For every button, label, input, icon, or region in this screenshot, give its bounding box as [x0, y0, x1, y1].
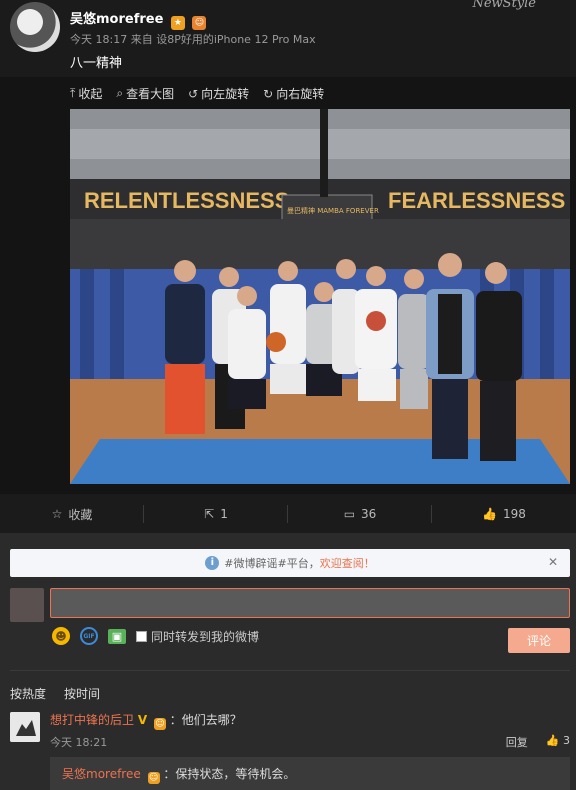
verified-icon: V — [137, 713, 148, 727]
info-icon: i — [205, 556, 220, 570]
close-icon[interactable]: ✕ — [548, 555, 558, 569]
comment-line: 想打中锋的后卫 V ☺ ：他们去哪？ — [50, 711, 242, 730]
media-tool-label: 向左旋转 — [201, 87, 250, 101]
media-tool-label: 收起 — [78, 87, 103, 101]
comment-like-button[interactable]: 👍 3 — [546, 734, 570, 750]
comment-count: 36 — [361, 507, 377, 521]
rumor-notice-bar: i #微博辟谣#平台， 欢迎查阅！ ✕ — [10, 549, 570, 577]
basketball-team-photo: RELENTLESSNESS FEARLESSNESS 曼巴精神 MAMBA F… — [70, 109, 570, 484]
thumbs-up-icon: 👍 — [545, 734, 560, 747]
star-icon: ☆ — [51, 507, 63, 521]
favorite-label: 收藏 — [68, 507, 93, 522]
notice-text: #微博辟谣#平台， — [224, 557, 320, 570]
post-text: 八一精神 — [70, 56, 123, 71]
post-photo[interactable]: RELENTLESSNESS FEARLESSNESS 曼巴精神 MAMBA F… — [70, 109, 570, 484]
backboard-text: 曼巴精神 MAMBA FOREVER — [287, 206, 379, 215]
post-meta: 今天 18:17 来自 设8P好用的iPhone 12 Pro Max — [70, 33, 316, 46]
comment-time: 今天 18:21 — [50, 736, 108, 749]
tab-sort-time[interactable]: 按时间 — [64, 685, 100, 702]
also-repost-label: 同时转发到我的微博 — [151, 629, 260, 644]
media-tool-label: 查看大图 — [126, 87, 175, 101]
media-tool-rotate-right[interactable]: ↻ 向右旋转 — [263, 85, 324, 102]
reply-button[interactable]: 回复 — [506, 734, 528, 750]
picture-icon[interactable]: ▣ — [108, 628, 126, 644]
thumbs-up-icon: 👍 — [482, 507, 498, 521]
repost-count: 1 — [220, 507, 228, 521]
vip-badge-icon: ☺ — [192, 16, 207, 30]
media-tool-view-large[interactable]: ⌕ 查看大图 — [116, 85, 174, 102]
rotate-left-icon: ↺ — [188, 86, 199, 101]
post-actions: ☆ 收藏 ⇱ 1 ▭ 36 👍 198 — [0, 497, 576, 531]
rotate-right-icon: ↻ — [263, 86, 274, 101]
media-tool-label: 向右旋转 — [276, 87, 325, 101]
commenter-name[interactable]: 想打中锋的后卫 — [50, 713, 134, 727]
like-button[interactable]: 👍 198 — [432, 497, 576, 531]
like-count: 198 — [503, 507, 526, 521]
notice-link[interactable]: 欢迎查阅！ — [320, 555, 375, 571]
vip-badge-icon: ☺ — [147, 772, 160, 784]
brand-watermark: NewStyle — [472, 0, 536, 11]
submit-comment-button[interactable]: 评论 — [508, 628, 570, 653]
repost-icon: ⇱ — [204, 507, 215, 521]
comment-icon: ▭ — [343, 507, 356, 521]
emoji-icon[interactable]: ☻ — [52, 627, 70, 645]
composer-tools: ☻ GIF ▣ 同时转发到我的微博 — [52, 627, 259, 645]
author-avatar[interactable] — [10, 2, 60, 52]
search-icon: ⌕ — [116, 86, 124, 100]
author-name[interactable]: 吴悠morefree — [70, 12, 163, 27]
divider — [10, 670, 570, 671]
also-repost-checkbox[interactable] — [136, 630, 147, 642]
reply-item: 吴悠morefree ☺ ：保持状态，等待机会。 — [50, 757, 570, 790]
author-name-row: 吴悠morefree ★ ☺ — [70, 8, 207, 30]
media-tool-rotate-left[interactable]: ↺ 向左旋转 — [188, 85, 249, 102]
vip-badge-icon: ☺ — [153, 718, 166, 730]
reply-author[interactable]: 吴悠morefree — [62, 767, 141, 781]
commenter-avatar[interactable] — [10, 712, 40, 742]
repost-button[interactable]: ⇱ 1 — [144, 497, 288, 531]
member-badge-icon: ★ — [170, 16, 185, 30]
comment-like-count: 3 — [563, 734, 570, 747]
favorite-button[interactable]: ☆ 收藏 — [0, 497, 144, 531]
arrow-up-icon: ⤒ — [70, 86, 76, 100]
current-user-avatar — [10, 588, 44, 622]
comment-input[interactable] — [50, 588, 570, 618]
comment-sort-tabs: 按热度 按时间 — [10, 685, 100, 702]
media-toolbar: ⤒ 收起 ⌕ 查看大图 ↺ 向左旋转 ↻ 向右旋转 — [70, 85, 324, 102]
media-viewer: ⤒ 收起 ⌕ 查看大图 ↺ 向左旋转 ↻ 向右旋转 RELENTLESSNESS FEA… — [0, 77, 576, 494]
banner-left-text: RELENTLESSNESS — [84, 188, 289, 213]
media-tool-collapse[interactable]: ⤒ 收起 — [70, 85, 102, 102]
comment-ops: 回复 👍 3 — [506, 734, 570, 750]
comment-button[interactable]: ▭ 36 — [288, 497, 432, 531]
gif-icon[interactable]: GIF — [80, 627, 98, 645]
tab-sort-hot[interactable]: 按热度 — [10, 685, 46, 702]
comment-text: ：他们去哪？ — [169, 713, 242, 727]
also-repost-option[interactable]: 同时转发到我的微博 — [136, 628, 259, 645]
reply-text: ：保持状态，等待机会。 — [163, 767, 296, 781]
banner-right-text: FEARLESSNESS — [388, 188, 565, 213]
